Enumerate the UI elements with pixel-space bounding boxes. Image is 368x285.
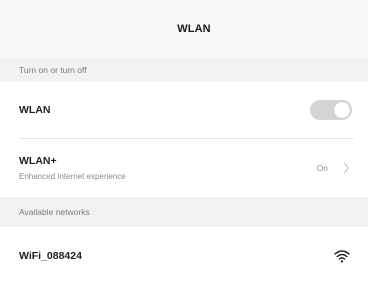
section-label-networks-text: Available networks xyxy=(19,207,90,217)
chevron-right-icon xyxy=(343,162,350,174)
network-item[interactable]: WiFi_088424 xyxy=(0,227,368,285)
wlan-plus-label: WLAN+ xyxy=(19,155,57,167)
wlan-toggle[interactable] xyxy=(310,100,352,120)
section-label-networks: Available networks xyxy=(0,197,368,227)
wifi-signal-icon xyxy=(334,250,350,263)
page-title: WLAN xyxy=(177,23,211,35)
wlan-plus-text: WLAN+ Enhanced Internet experience xyxy=(19,155,126,181)
network-name: WiFi_088424 xyxy=(19,250,82,262)
wlan-label: WLAN xyxy=(19,104,51,116)
section-label-toggle-text: Turn on or turn off xyxy=(19,65,87,75)
wlan-plus-value: On xyxy=(316,163,328,173)
wlan-plus-row[interactable]: WLAN+ Enhanced Internet experience On xyxy=(0,139,368,197)
wlan-row[interactable]: WLAN xyxy=(0,82,368,138)
settings-card: WLAN WLAN+ Enhanced Internet experience … xyxy=(0,82,368,197)
header: WLAN xyxy=(0,0,368,58)
wlan-plus-subtitle: Enhanced Internet experience xyxy=(19,172,126,181)
networks-card: WiFi_088424 xyxy=(0,227,368,285)
section-label-toggle: Turn on or turn off xyxy=(0,58,368,82)
wlan-plus-right: On xyxy=(317,162,354,174)
toggle-knob xyxy=(334,102,350,118)
